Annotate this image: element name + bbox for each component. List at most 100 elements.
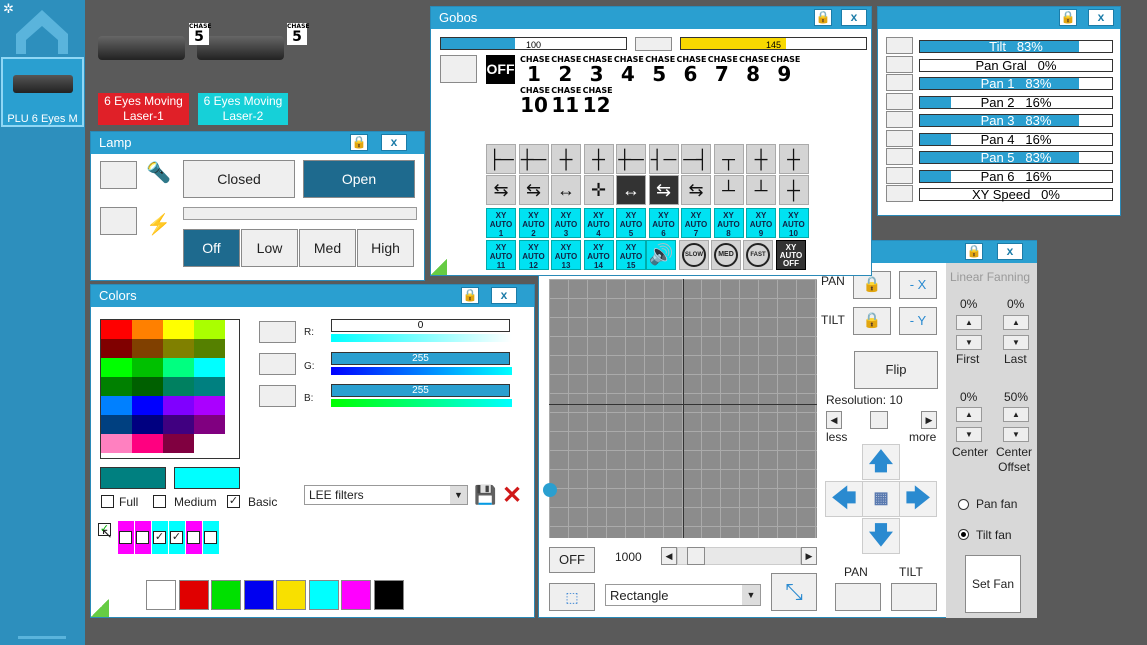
full-checkbox[interactable] <box>101 495 114 508</box>
channel-3-bar[interactable]: Pan 1 83% <box>919 77 1113 90</box>
xy-auto-2-button[interactable]: XY AUTO 2 <box>518 208 549 238</box>
fixture-check-3[interactable]: ✓ <box>153 531 166 544</box>
center-icon[interactable]: ▦ <box>862 481 900 517</box>
b-value-bar[interactable]: 255 <box>331 384 510 397</box>
chase-5-button[interactable]: CHASE 5 <box>645 55 675 85</box>
fast-icon[interactable]: FAST <box>743 240 773 270</box>
xy-auto-9-button[interactable]: XY AUTO 9 <box>746 208 776 238</box>
palette-swatch[interactable] <box>163 358 194 377</box>
xy-auto-12-button[interactable]: XY AUTO 12 <box>518 240 549 270</box>
tilt-fan-radio[interactable] <box>958 529 969 540</box>
xy-off-button[interactable]: OFF <box>549 547 595 573</box>
gobo-slider-1[interactable]: 100 <box>440 37 627 50</box>
channel-2-bar[interactable]: Pan Gral 0% <box>919 58 1113 72</box>
fixture-check-6[interactable] <box>204 531 217 544</box>
gobo-row2-6-button[interactable]: ⇆ <box>648 175 679 205</box>
channel-7-bar[interactable]: Pan 5 83% <box>919 151 1113 164</box>
speed-right-button[interactable]: ▶ <box>801 547 817 565</box>
res-left-button[interactable]: ◀ <box>826 411 842 429</box>
xy-auto-14-button[interactable]: XY AUTO 14 <box>583 240 614 270</box>
arrow-right-icon[interactable]: 🡆 <box>899 481 937 517</box>
palette-swatch[interactable] <box>101 434 132 453</box>
palette-swatch[interactable] <box>163 434 194 453</box>
channel-4-bar[interactable]: Pan 2 16% <box>919 95 1113 109</box>
lamp-slider[interactable] <box>183 207 417 220</box>
palette-swatch[interactable] <box>194 358 225 377</box>
palette-swatch[interactable] <box>194 320 225 339</box>
home-icon[interactable] <box>14 8 70 54</box>
palette-swatch[interactable] <box>101 320 132 339</box>
last-down-button[interactable]: ▼ <box>1003 335 1029 350</box>
lock-icon[interactable]: 🔒 <box>1059 9 1077 26</box>
channel-2-button[interactable] <box>886 55 913 73</box>
gobo-row1-5-button[interactable]: ┼─ <box>616 144 646 174</box>
pan-fan-radio[interactable] <box>958 499 969 510</box>
fixture-check-4[interactable]: ✓ <box>170 531 183 544</box>
lamp-off-button[interactable]: Off <box>183 229 240 267</box>
gobo-row1-8-button[interactable]: ┬ <box>713 144 744 174</box>
speaker-icon[interactable]: 🔊 <box>646 240 676 270</box>
xy-auto-11-button[interactable]: XY AUTO 11 <box>486 240 516 270</box>
xy-auto-off-icon[interactable]: XY AUTO OFF <box>776 240 806 270</box>
first-down-button[interactable]: ▼ <box>956 335 982 350</box>
lamp-open-button[interactable]: Open <box>303 160 415 198</box>
fixture-check-5[interactable] <box>187 531 200 544</box>
bottom-swatch[interactable] <box>276 580 306 610</box>
chase-1-button[interactable]: CHASE 1 <box>520 55 550 85</box>
gobo-slider-2[interactable]: 145 <box>680 37 867 50</box>
gobo-row2-3-button[interactable]: ↔ <box>551 175 581 205</box>
close-icon[interactable]: x <box>997 243 1023 260</box>
r-button[interactable] <box>259 321 296 343</box>
chase-2-button[interactable]: CHASE 2 <box>551 55 581 85</box>
channel-7-button[interactable] <box>886 148 913 165</box>
r-value-bar[interactable]: 0 <box>331 319 510 332</box>
gobo-row1-6-button[interactable]: ┤─ <box>648 144 679 174</box>
palette-swatch[interactable] <box>194 396 225 415</box>
current-color-1[interactable] <box>100 467 166 489</box>
fixture-check-1[interactable] <box>119 531 132 544</box>
bottom-swatch[interactable] <box>211 580 241 610</box>
laser2-label[interactable]: 6 Eyes Moving Laser-2 <box>198 93 288 125</box>
palette-swatch[interactable] <box>163 320 194 339</box>
lamp-med-button[interactable]: Med <box>299 229 356 267</box>
med-icon[interactable]: MED <box>711 240 741 270</box>
close-icon[interactable]: x <box>491 287 517 304</box>
xy-auto-8-button[interactable]: XY AUTO 8 <box>713 208 744 238</box>
first-up-button[interactable]: ▲ <box>956 315 982 330</box>
gobo-row1-1-button[interactable]: ├─ <box>486 144 516 174</box>
gobo-row2-10-button[interactable]: ┼ <box>778 175 809 205</box>
gobo-row2-2-button[interactable]: ⇆ <box>518 175 549 205</box>
reverse-icon[interactable]: ⤡ <box>771 573 817 611</box>
fixture-laser2-image[interactable] <box>197 36 284 60</box>
filter-select[interactable]: LEE filters ▼ <box>304 485 468 505</box>
gobo-row1-9-button[interactable]: ┼ <box>746 144 776 174</box>
channel-9-bar[interactable]: XY Speed 0% <box>919 188 1113 201</box>
last-up-button[interactable]: ▲ <box>1003 315 1029 330</box>
fixture-tile[interactable]: PLU 6 Eyes M <box>1 57 84 127</box>
gobo-row1-3-button[interactable]: ┼ <box>551 144 581 174</box>
center-up-button[interactable]: ▲ <box>956 407 982 422</box>
channel-6-button[interactable] <box>886 129 913 147</box>
delete-icon[interactable]: ✕ <box>502 481 522 510</box>
arrow-down-icon[interactable]: 🡇 <box>862 518 900 554</box>
tilt-lock-icon[interactable]: 🔒 <box>853 307 891 335</box>
gobo-row1-2-button[interactable]: ┼─ <box>518 144 549 174</box>
xy-auto-5-button[interactable]: XY AUTO 5 <box>616 208 646 238</box>
palette-swatch[interactable] <box>132 377 163 396</box>
xy-auto-3-button[interactable]: XY AUTO 3 <box>551 208 581 238</box>
gobo-row2-5-button[interactable]: ↔ <box>616 175 646 205</box>
palette-swatch[interactable] <box>101 339 132 358</box>
g-value-bar[interactable]: 255 <box>331 352 510 365</box>
palette-swatch[interactable] <box>132 320 163 339</box>
channel-1-bar[interactable]: Tilt 83% <box>919 40 1113 53</box>
speed-thumb[interactable] <box>687 547 705 565</box>
xy-auto-10-button[interactable]: XY AUTO 10 <box>778 208 809 238</box>
g-button[interactable] <box>259 353 296 375</box>
set-fan-button[interactable]: Set Fan <box>965 555 1021 613</box>
bottom-swatch[interactable] <box>146 580 176 610</box>
offset-up-button[interactable]: ▲ <box>1003 407 1029 422</box>
palette-swatch[interactable] <box>132 358 163 377</box>
res-right-button[interactable]: ▶ <box>921 411 937 429</box>
gobo-row1-7-button[interactable]: ─┤ <box>681 144 711 174</box>
chase-10-button[interactable]: CHASE 10 <box>520 86 550 116</box>
